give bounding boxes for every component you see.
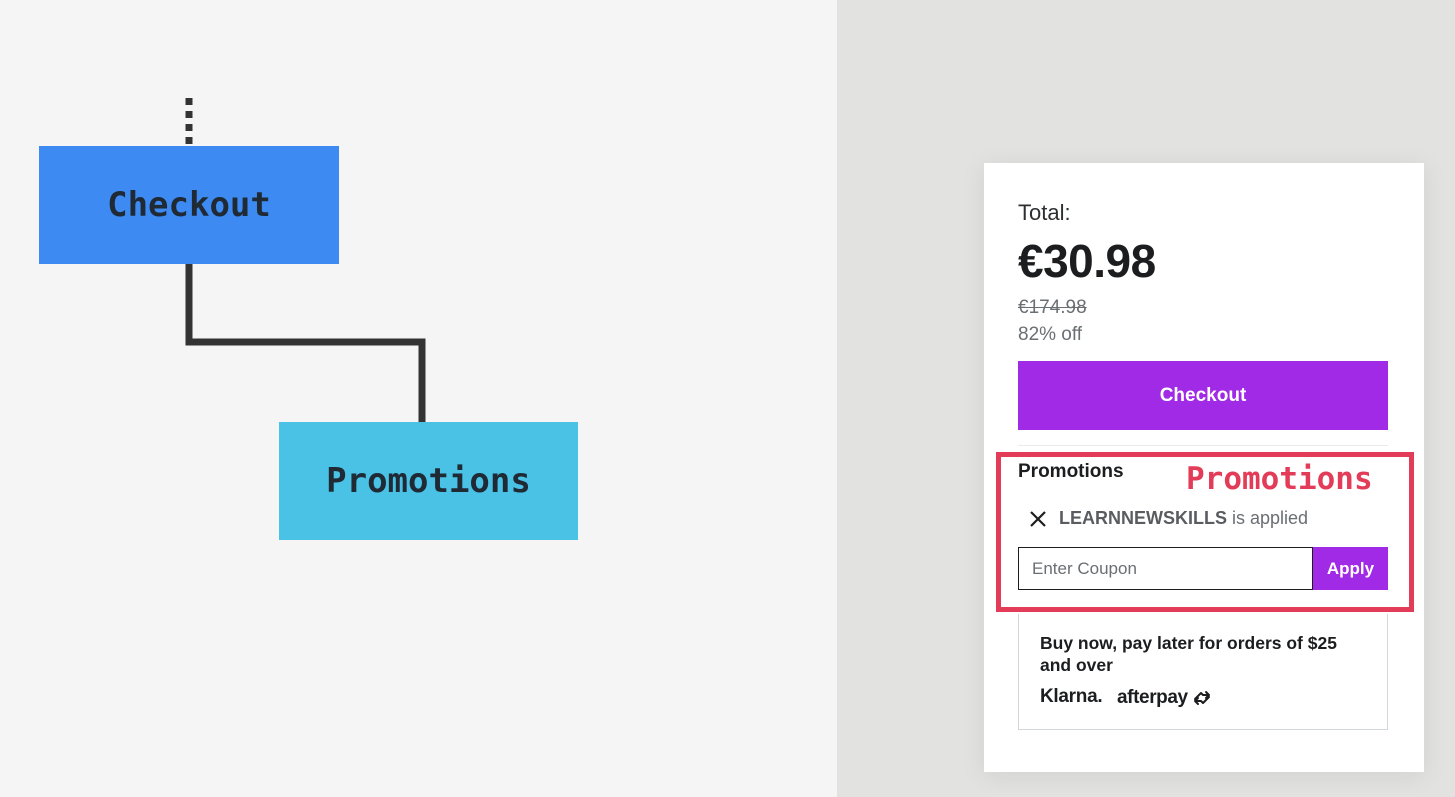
promotions-highlight-label: Promotions: [1186, 461, 1373, 497]
promotions-node: Promotions: [279, 422, 578, 540]
checkout-to-promotions-edge: [185, 264, 426, 422]
total-label: Total:: [1018, 200, 1071, 225]
afterpay-logo-text: afterpay: [1117, 687, 1188, 708]
divider: [1018, 445, 1388, 446]
afterpay-logo: afterpay: [1117, 687, 1214, 709]
afterpay-arrows-icon: [1193, 691, 1210, 705]
diagram-panel: Checkout Promotions: [0, 0, 837, 797]
bnpl-box: Buy now, pay later for orders of $25 and…: [1018, 614, 1388, 730]
discount-percent: 82% off: [1018, 324, 1083, 345]
total-price: €30.98: [1018, 235, 1156, 287]
klarna-logo: Klarna.: [1040, 686, 1103, 707]
checkout-button[interactable]: Checkout: [1018, 361, 1388, 430]
promotions-node-label: Promotions: [326, 461, 531, 501]
checkout-node: Checkout: [39, 146, 339, 264]
bnpl-text: Buy now, pay later for orders of $25 and…: [1040, 633, 1337, 675]
checkout-node-label: Checkout: [107, 185, 271, 225]
diagram-connectors: [185, 98, 426, 422]
original-price: €174.98: [1018, 297, 1087, 318]
